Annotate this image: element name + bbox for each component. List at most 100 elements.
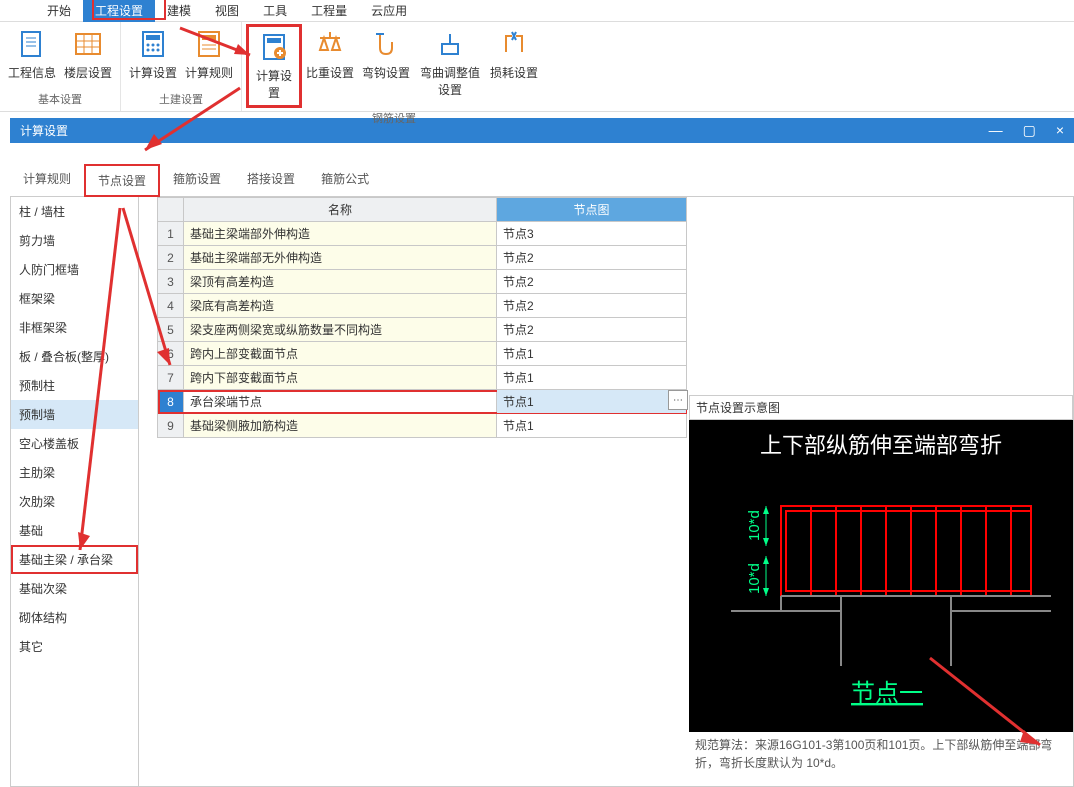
content-area: 柱 / 墙柱 剪力墙 人防门框墙 框架梁 非框架梁 板 / 叠合板(整厚) 预制…: [10, 197, 1074, 787]
row-node[interactable]: 节点2: [497, 294, 687, 318]
diagram-heading: 上下部纵筋伸至端部弯折: [697, 428, 1065, 460]
ribbon-hook-settings[interactable]: 弯钩设置: [358, 24, 414, 108]
menu-view[interactable]: 视图: [203, 0, 251, 22]
panel-maximize-icon[interactable]: ▢: [1023, 122, 1036, 139]
table-row[interactable]: 4梁底有高差构造节点2: [158, 294, 687, 318]
table-row[interactable]: 6跨内上部变截面节点节点1: [158, 342, 687, 366]
ribbon-weight-settings[interactable]: 比重设置: [302, 24, 358, 108]
sidebar-item[interactable]: 框架梁: [11, 284, 138, 313]
table-row[interactable]: 3梁顶有高差构造节点2: [158, 270, 687, 294]
sidebar-item[interactable]: 次肋梁: [11, 487, 138, 516]
sidebar-item[interactable]: 预制柱: [11, 371, 138, 400]
sidebar-item[interactable]: 人防门框墙: [11, 255, 138, 284]
col-name: 名称: [184, 198, 497, 222]
weight-icon: [314, 28, 346, 60]
sidebar-item[interactable]: 其它: [11, 632, 138, 661]
hook-icon: [370, 28, 402, 60]
sidebar-item[interactable]: 基础次梁: [11, 574, 138, 603]
ribbon-label: 比重设置: [306, 64, 354, 81]
sidebar-item-foundation-main-beam[interactable]: 基础主梁 / 承台梁: [11, 545, 138, 574]
row-node[interactable]: 节点1: [497, 414, 687, 438]
panel-minimize-icon[interactable]: —: [989, 122, 1003, 139]
table-row[interactable]: 8承台梁端节点节点1⋯: [158, 390, 687, 414]
ribbon-floor-settings[interactable]: 楼层设置: [60, 24, 116, 89]
row-name: 梁底有高差构造: [184, 294, 497, 318]
diagram-footnote: 规范算法：来源16G101-3第100页和101页。上下部纵筋伸至端部弯折，弯折…: [689, 732, 1073, 776]
table-row[interactable]: 9基础梁侧腋加筋构造节点1: [158, 414, 687, 438]
ribbon-loss-settings[interactable]: 损耗设置: [486, 24, 542, 108]
menu-cloud[interactable]: 云应用: [359, 0, 419, 22]
ribbon-label: 弯曲调整值设置: [416, 64, 484, 98]
row-node[interactable]: 节点1⋯: [497, 390, 687, 414]
diagram-node-label: 节点一: [851, 680, 923, 707]
sidebar-item[interactable]: 主肋梁: [11, 458, 138, 487]
row-node[interactable]: 节点3: [497, 222, 687, 246]
sidebar-item[interactable]: 空心楼盖板: [11, 429, 138, 458]
panel-close-icon[interactable]: ×: [1056, 122, 1064, 139]
diagram-svg: 10*d 10*d 节点一: [711, 466, 1051, 716]
main-area: 名称 节点图 1基础主梁端部外伸构造节点32基础主梁端部无外伸构造节点23梁顶有…: [139, 197, 1073, 786]
panel-title-text: 计算设置: [20, 122, 68, 139]
menu-start[interactable]: 开始: [35, 0, 83, 22]
diagram-panel: 节点设置示意图 上下部纵筋伸至端部弯折: [689, 395, 1073, 776]
ribbon-project-info[interactable]: 工程信息: [4, 24, 60, 89]
ribbon-group-basic: 工程信息 楼层设置 基本设置: [0, 22, 121, 111]
col-node: 节点图: [497, 198, 687, 222]
sidebar-item[interactable]: 剪力墙: [11, 226, 138, 255]
row-name: 基础主梁端部外伸构造: [184, 222, 497, 246]
table-row[interactable]: 5梁支座两侧梁宽或纵筋数量不同构造节点2: [158, 318, 687, 342]
diagram-canvas: 上下部纵筋伸至端部弯折: [689, 420, 1073, 732]
ribbon-group-title: 土建设置: [159, 89, 203, 109]
table-row[interactable]: 2基础主梁端部无外伸构造节点2: [158, 246, 687, 270]
row-name: 梁支座两侧梁宽或纵筋数量不同构造: [184, 318, 497, 342]
row-number: 9: [158, 414, 184, 438]
sidebar-item[interactable]: 板 / 叠合板(整厚): [11, 342, 138, 371]
subtab-lap-settings[interactable]: 搭接设置: [234, 163, 308, 196]
row-number: 3: [158, 270, 184, 294]
ribbon-bend-adjust-settings[interactable]: 弯曲调整值设置: [414, 24, 486, 108]
row-number: 6: [158, 342, 184, 366]
sidebar-item[interactable]: 砌体结构: [11, 603, 138, 632]
expand-icon[interactable]: ⋯: [668, 390, 688, 410]
menubar: 开始 工程设置 建模 视图 工具 工程量 云应用: [0, 0, 1074, 22]
subtab-stirrup-formula[interactable]: 箍筋公式: [308, 163, 382, 196]
row-node[interactable]: 节点2: [497, 318, 687, 342]
row-name: 梁顶有高差构造: [184, 270, 497, 294]
menu-modeling[interactable]: 建模: [155, 0, 203, 22]
ribbon-calc-settings[interactable]: 计算设置: [125, 24, 181, 89]
dim-label-2: 10*d: [746, 563, 763, 594]
ribbon-label: 计算设置: [129, 64, 177, 81]
node-table: 名称 节点图 1基础主梁端部外伸构造节点32基础主梁端部无外伸构造节点23梁顶有…: [157, 197, 687, 438]
table-row[interactable]: 1基础主梁端部外伸构造节点3: [158, 222, 687, 246]
ribbon-label: 工程信息: [8, 64, 56, 81]
ribbon-label: 楼层设置: [64, 64, 112, 81]
ribbon-rebar-calc-settings[interactable]: 计算设置: [246, 24, 302, 108]
col-rownum: [158, 198, 184, 222]
subtab-node-settings[interactable]: 节点设置: [84, 164, 160, 197]
row-node[interactable]: 节点1: [497, 366, 687, 390]
row-node[interactable]: 节点2: [497, 246, 687, 270]
ribbon-group-title: 钢筋设置: [372, 108, 416, 128]
menu-project-settings[interactable]: 工程设置: [83, 0, 155, 22]
row-node[interactable]: 节点2: [497, 270, 687, 294]
row-node[interactable]: 节点1: [497, 342, 687, 366]
subtab-stirrup-settings[interactable]: 箍筋设置: [160, 163, 234, 196]
ribbon-label: 损耗设置: [490, 64, 538, 81]
sidebar-item[interactable]: 基础: [11, 516, 138, 545]
calc-settings-panel: 计算设置 — ▢ × 计算规则 节点设置 箍筋设置 搭接设置 箍筋公式 柱 / …: [10, 118, 1074, 787]
row-number: 4: [158, 294, 184, 318]
sidebar-item[interactable]: 非框架梁: [11, 313, 138, 342]
ribbon-calc-rules[interactable]: 计算规则: [181, 24, 237, 89]
category-sidebar: 柱 / 墙柱 剪力墙 人防门框墙 框架梁 非框架梁 板 / 叠合板(整厚) 预制…: [11, 197, 139, 786]
subtab-calc-rules[interactable]: 计算规则: [10, 163, 84, 196]
row-name: 跨内上部变截面节点: [184, 342, 497, 366]
doc-blue-icon: [16, 28, 48, 60]
menu-quantity[interactable]: 工程量: [299, 0, 359, 22]
menu-tools[interactable]: 工具: [251, 0, 299, 22]
loss-icon: [498, 28, 530, 60]
row-number: 7: [158, 366, 184, 390]
sidebar-item[interactable]: 柱 / 墙柱: [11, 197, 138, 226]
table-row[interactable]: 7跨内下部变截面节点节点1: [158, 366, 687, 390]
sidebar-item[interactable]: 预制墙: [11, 400, 138, 429]
ribbon-label: 弯钩设置: [362, 64, 410, 81]
